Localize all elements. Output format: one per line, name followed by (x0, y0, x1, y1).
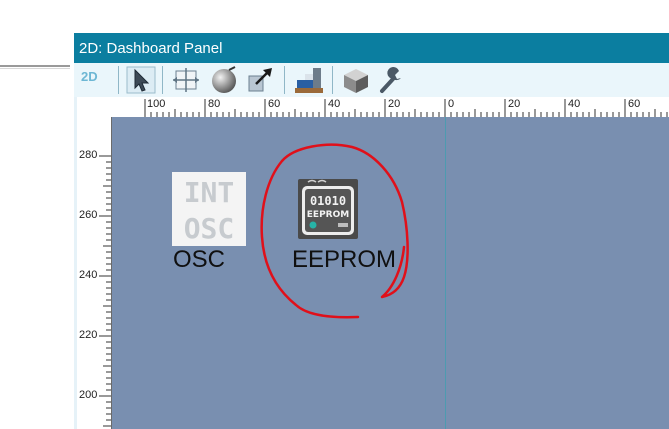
mode-2d-label: 2D (81, 69, 98, 84)
toolbar-separator (118, 66, 119, 94)
sphere-icon (212, 66, 236, 93)
select-tool-button[interactable] (126, 66, 156, 94)
osc-icon-line-1: INT (184, 176, 235, 209)
ruler-top-label: 40 (328, 98, 341, 110)
window-title: 2D: Dashboard Panel (79, 40, 223, 57)
toolbar-separator (332, 66, 333, 94)
wrench-tool-button[interactable] (376, 66, 406, 94)
osc-icon-line-2: OSC (184, 212, 235, 245)
eeprom-label: EEPROM (292, 246, 397, 273)
cube-icon (344, 69, 368, 93)
sphere-tool-button[interactable] (209, 66, 239, 94)
eeprom-component[interactable]: 01010 EEPROM (298, 179, 358, 239)
ruler-top-label: 60 (628, 98, 641, 110)
design-canvas[interactable]: INT OSC OSC 01010 EEPROM EEPROM (112, 117, 669, 429)
drawing-area: 100 80 60 40 20 0 20 40 60 280 260 240 2… (74, 97, 669, 429)
move-arrow-icon (248, 68, 272, 92)
window-titlebar[interactable]: 2D: Dashboard Panel (74, 33, 669, 63)
left-pane (0, 69, 70, 429)
resize-tool-button[interactable] (171, 66, 201, 94)
ruler-top-label: 40 (568, 98, 581, 110)
move-tool-button[interactable] (246, 66, 276, 94)
ruler-corner (77, 97, 111, 117)
osc-component[interactable]: INT OSC (172, 172, 246, 246)
toolbar-separator (284, 66, 285, 94)
select-arrow-icon (126, 66, 156, 94)
resize-box-icon (173, 68, 199, 92)
ruler-top-label: 80 (208, 98, 221, 110)
osc-label: OSC (173, 246, 226, 273)
origin-guide-line (445, 117, 446, 429)
left-pane-divider (0, 65, 70, 67)
ruler-top-label: 0 (448, 98, 455, 110)
toolbar-separator (162, 66, 163, 94)
int-osc-icon: INT OSC (172, 172, 246, 246)
ruler-left-label: 260 (79, 209, 98, 221)
ruler-top-label: 100 (147, 98, 166, 110)
eeprom-icon-line-1: 01010 (310, 194, 346, 208)
cube-tool-button[interactable] (341, 66, 371, 94)
ruler-top-label: 20 (508, 98, 521, 110)
ruler-left-label: 280 (79, 149, 98, 161)
stairs-icon (295, 68, 323, 93)
eeprom-icon-line-2: EEPROM (307, 210, 349, 220)
toolbar: 2D (74, 63, 669, 98)
ruler-left-label: 240 (79, 269, 98, 281)
vertical-ruler: 280 260 240 220 200 (77, 117, 112, 429)
wrench-icon (380, 67, 401, 93)
eeprom-chip-icon: 01010 EEPROM (298, 179, 358, 239)
dashboard-panel-window: 2D: Dashboard Panel 2D 100 80 60 40 20 0… (74, 33, 669, 429)
ruler-top-label: 60 (268, 98, 281, 110)
ruler-left-label: 220 (79, 329, 98, 341)
stairs-tool-button[interactable] (294, 66, 324, 94)
ruler-left-label: 200 (79, 389, 98, 401)
ruler-top-label: 20 (388, 98, 401, 110)
horizontal-ruler: 100 80 60 40 20 0 20 40 60 (111, 97, 669, 118)
